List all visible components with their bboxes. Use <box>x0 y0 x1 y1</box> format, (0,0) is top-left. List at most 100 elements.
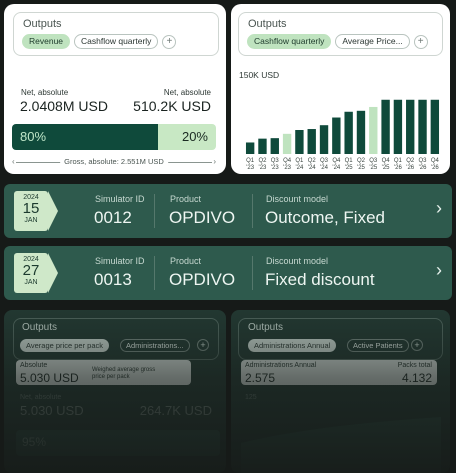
arrow-left-icon: ‹ <box>12 157 15 166</box>
absolute-value: 5.030 USD <box>20 371 79 385</box>
cashflow-bar-chart: Q1'23Q2'23Q3'23Q4'23Q1'24Q2'24Q3'24Q4'24… <box>245 99 440 171</box>
simulator-id-value: 0012 <box>94 208 132 227</box>
chevron-right-icon[interactable]: › <box>436 198 442 219</box>
net-left-label: Net, absolute <box>20 394 62 401</box>
x-tick-label: Q4 <box>283 158 292 164</box>
discount-model-value: Fixed discount <box>265 270 375 289</box>
administrations-card: Outputs Administrations Annual Active Pa… <box>231 310 450 473</box>
x-tick-label: '24 <box>332 165 340 171</box>
net-left-value: 5.030 USD <box>20 403 84 418</box>
x-tick-label: Q2 <box>406 158 415 164</box>
chart-bar <box>430 99 440 154</box>
chart-bar <box>258 138 267 154</box>
outputs-title: Outputs <box>23 18 62 30</box>
net-split-bar <box>16 430 220 456</box>
area-chart <box>241 417 441 473</box>
net-split-bar: 80% 20% <box>12 124 216 150</box>
chart-bar <box>406 99 415 154</box>
x-tick-label: Q1 <box>394 158 403 164</box>
chart-bar <box>381 99 390 154</box>
date-month: JAN <box>24 217 38 224</box>
chip-average-price-per-pack[interactable]: Average price per pack <box>20 339 109 352</box>
chart-bar <box>295 130 304 154</box>
absolute-label: Absolute <box>20 362 48 369</box>
chip-average-price[interactable]: Average Price... <box>335 34 410 49</box>
add-output-icon[interactable]: + <box>413 34 428 49</box>
date-tag: 2024 27 JAN <box>14 253 48 293</box>
x-tick-label: '25 <box>382 165 390 171</box>
split-left-segment: 95% <box>22 435 47 449</box>
chart-bar <box>307 129 316 154</box>
net-right-value: 510.2K USD <box>133 98 211 114</box>
discount-model-value: Outcome, Fixed <box>265 208 385 227</box>
x-tick-label: Q4 <box>332 158 341 164</box>
chart-bar <box>282 133 292 154</box>
divider <box>252 194 253 228</box>
product-label: Product <box>170 256 202 266</box>
outputs-selector: Outputs Cashflow quarterly Average Price… <box>238 12 443 56</box>
admin-label: Administrations Annual <box>245 362 317 369</box>
output-chips: Revenue Cashflow quarterly + <box>22 34 177 49</box>
date-day: 27 <box>22 262 40 279</box>
outputs-title: Outputs <box>248 18 287 30</box>
x-tick-label: Q4 <box>382 158 391 164</box>
date-tag-arrow <box>48 191 58 231</box>
net-right-label: Net, absolute <box>163 88 211 97</box>
output-chips: Cashflow quarterly Average Price... + <box>247 34 428 49</box>
date-tag-arrow <box>48 253 58 293</box>
packs-label: Packs total <box>397 362 432 369</box>
x-tick-label: Q3 <box>320 158 329 164</box>
net-left-label: Net, absolute <box>21 88 69 97</box>
x-tick-label: Q1 <box>345 158 354 164</box>
chip-administrations-annual[interactable]: Administrations Annual <box>248 339 337 352</box>
simulation-row[interactable]: 2024 27 JAN Simulator ID 0013 Product OP… <box>4 246 452 300</box>
simulation-row[interactable]: 2024 15 JAN Simulator ID 0012 Product OP… <box>4 184 452 238</box>
x-tick-label: '25 <box>369 165 377 171</box>
chart-bar <box>356 110 366 154</box>
net-right-value: 264.7K USD <box>139 403 212 418</box>
x-tick-label: Q3 <box>419 158 428 164</box>
chip-revenue[interactable]: Revenue <box>22 34 71 49</box>
chip-cashflow-quarterly[interactable]: Cashflow quarterly <box>74 34 159 49</box>
date-month: JAN <box>24 279 38 286</box>
arrow-right-icon: › <box>213 157 216 166</box>
product-value: OPDIVO <box>169 208 236 227</box>
product-label: Product <box>170 194 202 204</box>
outputs-selector: Outputs Revenue Cashflow quarterly + <box>13 12 219 56</box>
revenue-card: Outputs Revenue Cashflow quarterly + Net… <box>4 4 226 174</box>
x-tick-label: '25 <box>357 165 365 171</box>
chart-bar <box>245 142 255 154</box>
date-tag: 2024 15 JAN <box>14 191 48 231</box>
x-tick-label: '24 <box>308 165 316 171</box>
outputs-title: Outputs <box>22 322 58 333</box>
x-tick-label: Q2 <box>308 158 317 164</box>
x-tick-label: '25 <box>345 165 353 171</box>
x-tick-label: Q1 <box>295 158 304 164</box>
chip-administrations[interactable]: Administrations... <box>120 339 190 352</box>
gross-label: Gross, absolute: 2.551M USD <box>60 157 168 167</box>
chip-cashflow-quarterly[interactable]: Cashflow quarterly <box>247 34 332 49</box>
x-tick-label: '26 <box>419 165 427 171</box>
chevron-right-icon[interactable]: › <box>436 260 442 281</box>
simulator-id-label: Simulator ID <box>95 194 145 204</box>
discount-model-label: Discount model <box>266 256 329 266</box>
add-output-icon[interactable]: + <box>411 339 423 351</box>
chart-bar <box>369 106 378 154</box>
chip-active-patients[interactable]: Active Patients <box>347 339 409 352</box>
add-output-icon[interactable]: + <box>197 339 209 351</box>
x-tick-label: '24 <box>295 165 303 171</box>
x-tick-label: '23 <box>246 165 254 171</box>
x-tick-label: '26 <box>394 165 402 171</box>
chart-bar <box>418 99 427 154</box>
x-tick-label: '23 <box>283 165 291 171</box>
split-left-segment: 80% <box>12 124 159 150</box>
chart-bar <box>393 99 403 154</box>
packs-value: 4.132 <box>401 371 432 385</box>
discount-model-label: Discount model <box>266 194 329 204</box>
add-output-icon[interactable]: + <box>162 34 177 49</box>
chart-bar <box>332 117 341 154</box>
chart-bar <box>270 138 279 154</box>
product-value: OPDIVO <box>169 270 236 289</box>
avg-price-card: Outputs Average price per pack Administr… <box>4 310 226 473</box>
x-tick-label: Q2 <box>258 158 267 164</box>
